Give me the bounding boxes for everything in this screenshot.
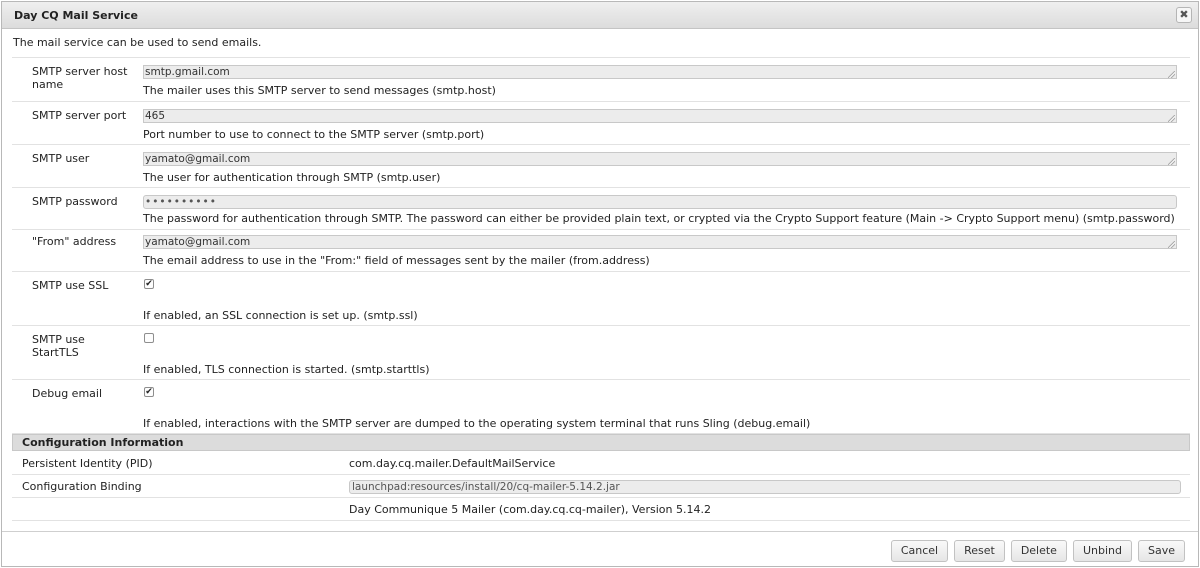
property-row-smtp-starttls: SMTP use StartTLS If enabled, TLS connec… [12, 326, 1190, 380]
mail-service-dialog: Day CQ Mail Service ✖ The mail service c… [1, 1, 1199, 567]
property-label: SMTP use StartTLS [32, 333, 85, 359]
bundle-link[interactable]: Day Communique 5 Mailer (com.day.cq.cq-m… [349, 503, 711, 516]
property-label: SMTP password [32, 195, 118, 208]
property-row-smtp-port: SMTP server port 465 Port number to use … [12, 102, 1190, 145]
config-row-binding: Configuration Binding launchpad:resource… [12, 475, 1190, 498]
property-row-smtp-ssl: SMTP use SSL ✔ If enabled, an SSL connec… [12, 272, 1190, 326]
config-info-heading: Configuration Information [12, 434, 1190, 451]
unbind-button[interactable]: Unbind [1072, 540, 1132, 562]
property-label: SMTP use SSL [32, 279, 109, 292]
resize-grip-icon[interactable] [1168, 71, 1175, 78]
smtp-user-value: yamato@gmail.com [145, 153, 251, 165]
cancel-button[interactable]: Cancel [890, 540, 949, 562]
binding-field[interactable]: launchpad:resources/install/20/cq-mailer… [349, 480, 1181, 494]
property-description: If enabled, interactions with the SMTP s… [143, 417, 811, 430]
dialog-intro: The mail service can be used to send ema… [13, 36, 262, 49]
resize-grip-icon[interactable] [1168, 158, 1175, 165]
property-label: SMTP user [32, 152, 90, 165]
property-description: The user for authentication through SMTP… [143, 171, 441, 184]
property-row-smtp-password: SMTP password •••••••••• The password fo… [12, 188, 1190, 230]
smtp-host-input[interactable]: smtp.gmail.com [143, 65, 1177, 79]
dialog-buttons: Cancel Reset Delete Unbind Save [890, 540, 1185, 562]
property-description: The email address to use in the "From:" … [143, 254, 650, 267]
property-row-from-address: "From" address yamato@gmail.com The emai… [12, 230, 1190, 272]
property-description: Port number to use to connect to the SMT… [143, 128, 485, 141]
smtp-port-value: 465 [145, 110, 166, 122]
property-label: Debug email [32, 387, 103, 400]
smtp-password-input[interactable]: •••••••••• [143, 195, 1177, 209]
dialog-titlebar[interactable]: Day CQ Mail Service ✖ [2, 2, 1198, 29]
smtp-port-input[interactable]: 465 [143, 109, 1177, 123]
property-row-debug-email: Debug email ✔ If enabled, interactions w… [12, 380, 1190, 434]
smtp-host-value: smtp.gmail.com [145, 66, 230, 78]
pid-label: Persistent Identity (PID) [22, 457, 153, 470]
property-description: If enabled, an SSL connection is set up.… [143, 309, 418, 322]
config-row-pid: Persistent Identity (PID) com.day.cq.mai… [12, 452, 1190, 475]
properties-table: SMTP server host name smtp.gmail.com The… [12, 57, 1190, 434]
reset-button[interactable]: Reset [954, 540, 1005, 562]
smtp-ssl-checkbox[interactable]: ✔ [144, 279, 154, 289]
property-row-smtp-host: SMTP server host name smtp.gmail.com The… [12, 58, 1190, 102]
property-description: If enabled, TLS connection is started. (… [143, 363, 430, 376]
config-row-bundle: Day Communique 5 Mailer (com.day.cq.cq-m… [12, 498, 1190, 521]
smtp-starttls-checkbox[interactable] [144, 333, 154, 343]
property-label: SMTP server host name [32, 65, 128, 91]
debug-email-checkbox[interactable]: ✔ [144, 387, 154, 397]
smtp-user-input[interactable]: yamato@gmail.com [143, 152, 1177, 166]
delete-button[interactable]: Delete [1010, 540, 1067, 562]
close-icon[interactable]: ✖ [1176, 7, 1192, 23]
from-address-value: yamato@gmail.com [145, 236, 251, 248]
binding-label: Configuration Binding [22, 480, 142, 493]
resize-grip-icon[interactable] [1168, 241, 1175, 248]
from-address-input[interactable]: yamato@gmail.com [143, 235, 1177, 249]
property-row-smtp-user: SMTP user yamato@gmail.com The user for … [12, 145, 1190, 188]
property-label: "From" address [32, 235, 117, 248]
property-description: The password for authentication through … [143, 212, 1175, 225]
pid-value: com.day.cq.mailer.DefaultMailService [349, 457, 556, 470]
property-label: SMTP server port [32, 109, 127, 122]
property-description: The mailer uses this SMTP server to send… [143, 84, 496, 97]
resize-grip-icon[interactable] [1168, 115, 1175, 122]
footer-divider [2, 531, 1198, 532]
dialog-title: Day CQ Mail Service [14, 9, 138, 22]
save-button[interactable]: Save [1137, 540, 1185, 562]
config-info-table: Persistent Identity (PID) com.day.cq.mai… [12, 452, 1190, 521]
